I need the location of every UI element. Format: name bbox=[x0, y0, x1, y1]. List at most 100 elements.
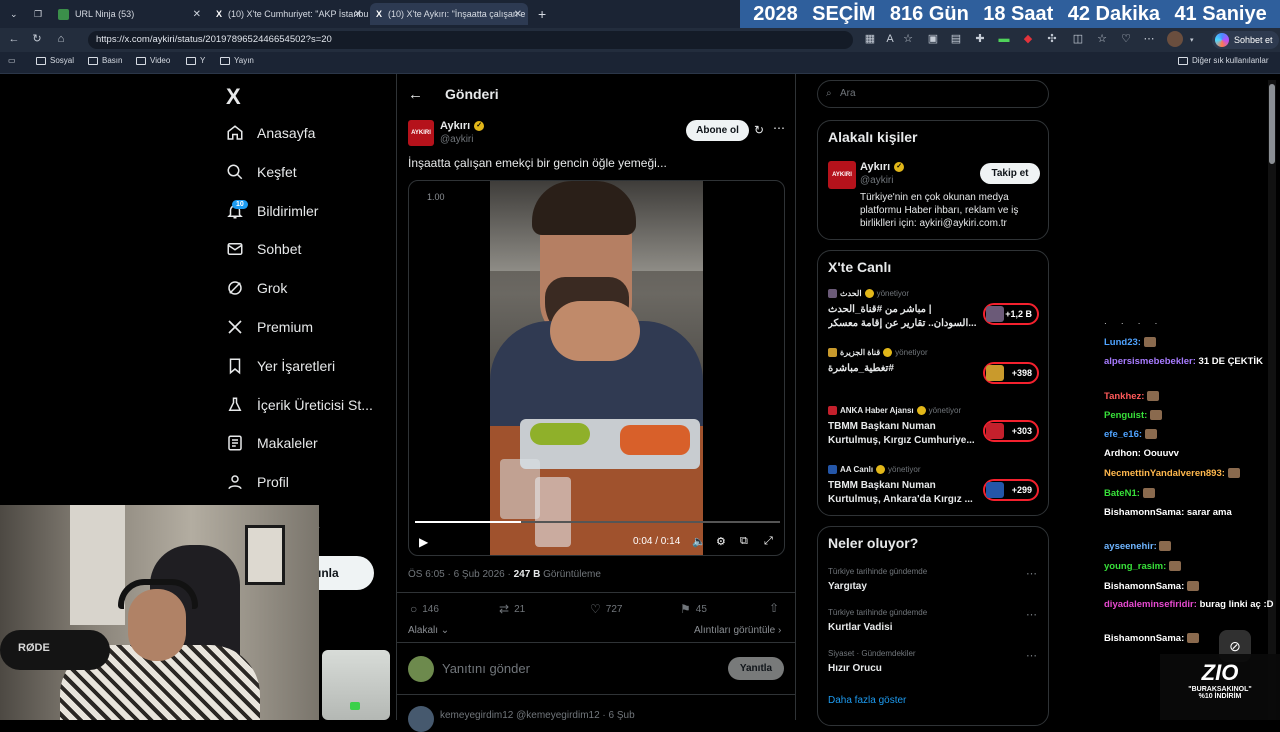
favorites-icon[interactable]: ☆ bbox=[1094, 31, 1110, 47]
back-icon[interactable]: ← bbox=[6, 31, 22, 47]
grok-icon[interactable]: ↻ bbox=[754, 123, 764, 137]
x-logo-icon[interactable]: X bbox=[226, 84, 241, 110]
verified-badge-icon bbox=[916, 406, 926, 415]
extensions-puzzle-icon[interactable]: ✣ bbox=[1044, 31, 1060, 47]
workspaces-icon[interactable]: ❐ bbox=[28, 3, 48, 25]
subscribe-button[interactable]: Abone ol bbox=[686, 120, 749, 141]
extension-icon[interactable]: ✚ bbox=[972, 31, 988, 47]
tab-aykiri-active[interactable]: X (10) X'te Aykırı: "İnşaatta çalışan e … bbox=[370, 3, 528, 25]
close-icon[interactable]: ✕ bbox=[514, 9, 522, 20]
chevron-right-icon: › bbox=[775, 625, 782, 636]
reply-button[interactable]: Yanıtla bbox=[728, 657, 784, 680]
tab-url-ninja[interactable]: URL Ninja (53) ✕ bbox=[52, 3, 207, 25]
share-icon[interactable]: ⇧ bbox=[769, 601, 779, 615]
tab-cumhuriyet[interactable]: X (10) X'te Cumhuriyet: "AKP İstanbu ✕ bbox=[210, 3, 368, 25]
author-avatar[interactable]: AYKIRI bbox=[828, 161, 856, 189]
author-handle[interactable]: @aykiri bbox=[440, 134, 474, 145]
verified-badge-icon bbox=[883, 347, 893, 357]
bookmark-folder-basin[interactable]: Basın bbox=[88, 56, 122, 65]
sidebar-item-search[interactable]: Keşfet bbox=[226, 163, 297, 181]
show-more-link[interactable]: Daha fazla göster bbox=[828, 695, 906, 706]
follow-button[interactable]: Takip et bbox=[980, 163, 1040, 184]
new-tab-button[interactable]: + bbox=[532, 3, 552, 25]
more-options-icon[interactable]: ⋯ bbox=[1026, 608, 1037, 621]
trend-item[interactable]: Türkiye tarihinde gündemde Kurtlar Vadisi… bbox=[828, 608, 1040, 644]
reply-input[interactable]: Yanıtını gönder bbox=[442, 661, 530, 676]
refresh-icon[interactable]: ↻ bbox=[29, 31, 45, 47]
more-icon[interactable]: ⋯ bbox=[1141, 31, 1157, 47]
bookmark-folder-yayin[interactable]: Yayın bbox=[220, 56, 254, 65]
related-name[interactable]: Aykırı ✓ bbox=[860, 161, 905, 173]
live-item[interactable]: قناة الجزيرة yönetiyor تغطية_مباشرة# +398 bbox=[828, 347, 1040, 402]
extension-icon[interactable]: ▤ bbox=[948, 31, 964, 47]
url-field[interactable]: https://x.com/aykiri/status/201978965244… bbox=[88, 31, 853, 49]
sidebar-item-mail[interactable]: Sohbet bbox=[226, 240, 301, 258]
sort-relevant-dropdown[interactable]: Alakalı ⌄ bbox=[408, 625, 449, 636]
search-input[interactable]: ⌕ Ara bbox=[817, 80, 1049, 108]
apps-icon[interactable]: ▦ bbox=[862, 31, 878, 47]
live-item[interactable]: AA Canlı yönetiyor TBMM Başkanı Numan Kurtu… bbox=[828, 464, 1040, 519]
avatar[interactable] bbox=[408, 706, 434, 732]
post-timestamp[interactable]: ÖS 6:05 · 6 Şub 2026 · bbox=[408, 569, 514, 580]
emote-icon bbox=[1149, 410, 1162, 421]
sidebar-item-grok[interactable]: Grok bbox=[226, 279, 287, 297]
copilot-chat-button[interactable]: Sohbet et bbox=[1212, 31, 1279, 49]
repost-action[interactable]: ⇄ 21 bbox=[499, 602, 525, 616]
bookmark-action[interactable]: ⚑ 45 bbox=[680, 602, 707, 616]
play-icon[interactable]: ▶ bbox=[419, 535, 428, 549]
person-hands-image bbox=[550, 301, 640, 361]
read-aloud-icon[interactable]: A bbox=[882, 31, 898, 47]
scrollbar-thumb[interactable] bbox=[1269, 84, 1275, 164]
trend-item[interactable]: Türkiye tarihinde gündemde Yargıtay ⋯ bbox=[828, 567, 1040, 603]
favorite-star-icon[interactable]: ☆ bbox=[900, 31, 916, 47]
reading-list-icon[interactable]: ▭ bbox=[8, 56, 16, 65]
bookmark-folder-y[interactable]: Y bbox=[186, 56, 205, 65]
other-bookmarks-folder[interactable]: Diğer sık kullanılanlar bbox=[1178, 56, 1268, 65]
bookmark-folder-video[interactable]: Video bbox=[136, 56, 170, 65]
view-quotes-link[interactable]: Alıntıları görüntüle › bbox=[694, 625, 781, 636]
sidebar-item-person[interactable]: Profil bbox=[226, 473, 289, 491]
more-options-icon[interactable]: ⋯ bbox=[1026, 649, 1037, 662]
close-icon[interactable]: ✕ bbox=[354, 9, 362, 20]
extension-icon[interactable]: ▬ bbox=[996, 31, 1012, 47]
sidebar-item-bookmark[interactable]: Yer İşaretleri bbox=[226, 357, 335, 375]
video-progress-track[interactable] bbox=[415, 521, 780, 523]
live-listener-pill[interactable]: +299 bbox=[983, 478, 1039, 501]
author-avatar[interactable]: AYKIRI bbox=[408, 120, 434, 146]
bookmark-folder-sosyal[interactable]: Sosyal bbox=[36, 56, 74, 65]
picture-in-picture-icon[interactable]: ⧉ bbox=[740, 535, 748, 548]
sidebar-item-article[interactable]: Makaleler bbox=[226, 434, 318, 452]
sidebar-item-x[interactable]: Premium bbox=[226, 318, 313, 336]
avatar[interactable] bbox=[1167, 31, 1183, 47]
more-options-icon[interactable]: ⋯ bbox=[1026, 567, 1037, 580]
back-arrow-icon[interactable]: ← bbox=[408, 86, 423, 103]
extension-icon[interactable]: ▣ bbox=[925, 31, 941, 47]
sidebar-item-flask[interactable]: İçerik Üreticisi St... bbox=[226, 396, 373, 414]
author-name[interactable]: Aykırı ✓ bbox=[440, 120, 485, 132]
heart-icon[interactable]: ♡ bbox=[1118, 31, 1134, 47]
live-item[interactable]: ANKA Haber Ajansı yönetiyor TBMM Başkanı N… bbox=[828, 406, 1040, 460]
live-count: +398 bbox=[1011, 367, 1032, 378]
live-listener-pill[interactable]: +303 bbox=[983, 420, 1039, 442]
home-icon[interactable]: ⌂ bbox=[53, 31, 69, 47]
chat-text: Oouuvv bbox=[1143, 448, 1179, 459]
video-player[interactable]: 1.00 ▶ 0:04 / 0:14 🔈 ⚙ ⧉ ⤢ bbox=[408, 180, 785, 556]
close-icon[interactable]: ✕ bbox=[193, 9, 201, 20]
split-screen-icon[interactable]: ◫ bbox=[1070, 31, 1086, 47]
volume-icon[interactable]: 🔈 bbox=[692, 535, 706, 548]
trend-item[interactable]: Siyaset · Gündemdekiler Hızır Orucu ⋯ bbox=[828, 649, 1040, 685]
settings-gear-icon[interactable]: ⚙ bbox=[716, 535, 726, 548]
tab-list-button[interactable]: ⌄ bbox=[4, 3, 24, 25]
like-action[interactable]: ♡ 727 bbox=[590, 602, 622, 616]
live-listener-pill[interactable]: +1,2 B bbox=[983, 303, 1039, 325]
reply-action[interactable]: ○ 146 bbox=[410, 602, 439, 616]
avatar[interactable] bbox=[408, 656, 434, 682]
live-item[interactable]: الحدث yönetiyor مباشر من #قناة_الحدث | السو… bbox=[828, 289, 1040, 343]
extension-icon[interactable]: ◆ bbox=[1020, 31, 1036, 47]
sidebar-item-home[interactable]: Anasayfa bbox=[226, 124, 315, 142]
related-handle[interactable]: @aykiri bbox=[860, 175, 894, 186]
fullscreen-icon[interactable]: ⤢ bbox=[764, 535, 773, 548]
live-listener-pill[interactable]: +398 bbox=[983, 361, 1039, 384]
more-options-icon[interactable]: ⋯ bbox=[773, 121, 785, 135]
bookmark-icon bbox=[226, 357, 244, 375]
